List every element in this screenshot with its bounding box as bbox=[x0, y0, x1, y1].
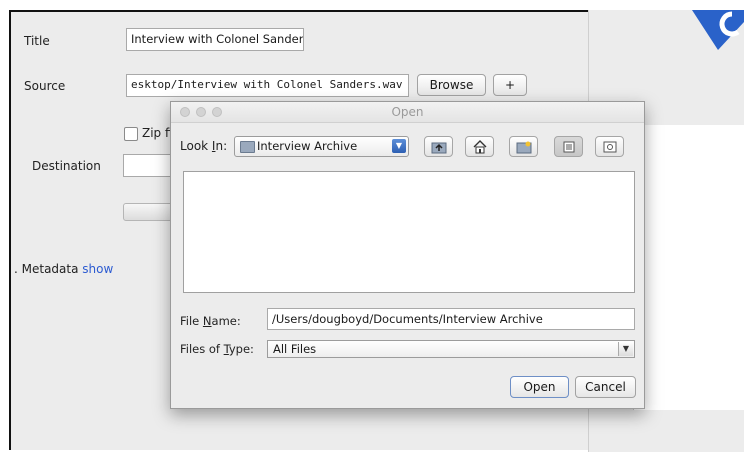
dialog-titlebar: Open bbox=[171, 102, 644, 123]
app-logo-icon bbox=[688, 10, 744, 54]
destination-input[interactable] bbox=[123, 154, 173, 177]
files-of-type-select[interactable]: All Files ▼ bbox=[267, 340, 635, 358]
details-view-button[interactable] bbox=[595, 136, 624, 157]
file-name-label: File Name: bbox=[180, 314, 241, 328]
destination-label: Destination bbox=[32, 159, 101, 173]
file-name-input[interactable]: /Users/dougboyd/Documents/Interview Arch… bbox=[267, 308, 635, 330]
new-folder-button[interactable] bbox=[509, 136, 538, 157]
open-button[interactable]: Open bbox=[510, 376, 569, 398]
look-in-label: Look In: bbox=[180, 139, 228, 153]
up-folder-icon bbox=[431, 142, 446, 154]
zip-checkbox[interactable] bbox=[124, 127, 138, 141]
look-in-combo[interactable]: Interview Archive ▼ bbox=[234, 136, 409, 157]
title-label: Title bbox=[24, 34, 50, 48]
metadata-label: . Metadata show bbox=[14, 262, 114, 276]
home-icon bbox=[473, 140, 486, 154]
chevron-down-icon: ▼ bbox=[618, 342, 633, 356]
browse-button[interactable]: Browse bbox=[417, 74, 486, 96]
up-folder-button[interactable] bbox=[424, 136, 453, 157]
list-view-button[interactable] bbox=[554, 136, 583, 157]
destination-button[interactable] bbox=[123, 203, 173, 221]
home-button[interactable] bbox=[465, 136, 494, 157]
metadata-show-link[interactable]: show bbox=[82, 262, 113, 276]
source-input[interactable]: esktop/Interview with Colonel Sanders.wa… bbox=[126, 74, 409, 97]
files-of-type-label: Files of Type: bbox=[180, 342, 254, 356]
details-view-icon bbox=[603, 141, 616, 153]
folder-icon bbox=[240, 141, 255, 153]
look-in-value: Interview Archive bbox=[257, 139, 358, 153]
source-label: Source bbox=[24, 79, 66, 93]
list-view-icon bbox=[563, 141, 574, 153]
dialog-title: Open bbox=[391, 105, 424, 119]
new-folder-icon bbox=[516, 141, 531, 154]
cancel-button[interactable]: Cancel bbox=[575, 376, 636, 398]
chevron-down-icon: ▼ bbox=[392, 139, 406, 153]
add-source-button[interactable]: + bbox=[493, 74, 527, 96]
open-dialog: Open Look In: Interview Archive ▼ File N… bbox=[170, 101, 645, 409]
preview-area bbox=[633, 125, 744, 410]
file-list[interactable] bbox=[183, 171, 635, 293]
files-of-type-value: All Files bbox=[273, 342, 317, 356]
title-input[interactable]: Interview with Colonel Sanders bbox=[126, 28, 304, 51]
zip-label: Zip fi bbox=[142, 126, 173, 140]
